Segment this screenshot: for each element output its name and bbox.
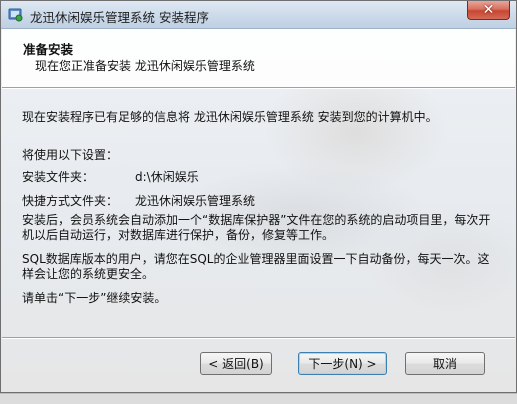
close-icon: ✕ xyxy=(482,2,495,18)
title-bar[interactable]: 龙迅休闲娱乐管理系统 安装程序 ✕ xyxy=(1,1,516,29)
shortcut-folder-label: 快捷方式文件夹： xyxy=(22,194,119,208)
install-folder-label: 安装文件夹： xyxy=(22,170,95,184)
header-divider xyxy=(2,87,515,89)
install-folder-value: d:\休闲娱乐 xyxy=(135,170,199,184)
note-protector: 安装后，会员系统会自动添加一个“数据库保护器”文件在您的系统的启动项目里，每次开… xyxy=(22,213,491,242)
window-title: 龙迅休闲娱乐管理系统 安装程序 xyxy=(30,10,209,25)
note-sql-backup: SQL数据库版本的用户，请您在SQL的企业管理器里面设置一下自动备份，每天一次。… xyxy=(22,252,490,281)
shortcut-folder-value: 龙迅休闲娱乐管理系统 xyxy=(135,194,256,208)
page-subtitle: 现在您正准备安装 龙迅休闲娱乐管理系统 xyxy=(35,59,255,73)
back-button[interactable]: < 返回(B) xyxy=(200,352,272,375)
footer-divider xyxy=(2,337,515,339)
next-button[interactable]: 下一步(N) > xyxy=(298,352,387,375)
cancel-button[interactable]: 取消 xyxy=(405,352,485,375)
installer-app-icon xyxy=(8,8,23,22)
page-title: 准备安装 xyxy=(23,42,74,57)
installer-window: 龙迅休闲娱乐管理系统 安装程序 ✕ 准备安装 现在您正准备安装 龙迅休闲娱乐管理… xyxy=(0,0,517,393)
settings-heading: 将使用以下设置： xyxy=(22,148,119,162)
intro-text: 现在安装程序已有足够的信息将 龙迅休闲娱乐管理系统 安装到您的计算机中。 xyxy=(22,110,438,124)
wizard-header: 准备安装 现在您正准备安装 龙迅休闲娱乐管理系统 xyxy=(2,29,515,87)
background-window-edge xyxy=(0,393,517,404)
close-button[interactable]: ✕ xyxy=(467,1,510,20)
continue-instruction: 请单击“下一步”继续安装。 xyxy=(22,291,167,305)
